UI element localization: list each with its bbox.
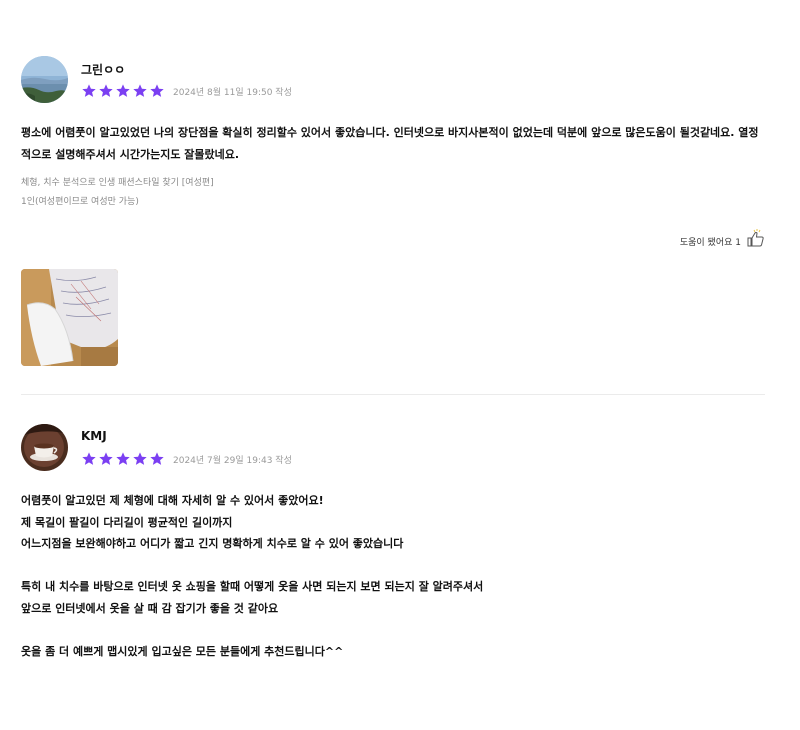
star-icon <box>81 83 97 99</box>
star-icon <box>98 451 114 467</box>
coffee-cup-avatar-icon <box>21 424 68 471</box>
review-header: KMJ 2024년 7월 29일 19:43 작성 <box>21 424 765 474</box>
review-date: 2024년 7월 29일 19:43 작성 <box>173 455 292 466</box>
option-variant: 1인(여성편이므로 여성만 가능) <box>21 197 139 207</box>
star-icon <box>81 451 97 467</box>
review-item: 그린ㅇㅇ 2024년 8월 11일 19:50 작성 평소에 어렴풋이 알고있었… <box>21 56 765 366</box>
rating-row: 2024년 7월 29일 19:43 작성 <box>81 451 292 467</box>
review-author: KMJ <box>81 429 107 443</box>
purchased-option: 체형, 치수 분석으로 인생 패션스타일 찾기 [여성편] 1인(여성편이므로 … <box>21 174 765 212</box>
photo-thumbnail-icon <box>21 269 118 366</box>
option-product: 체형, 치수 분석으로 인생 패션스타일 찾기 [여성편] <box>21 178 214 188</box>
avatar <box>21 56 68 103</box>
star-icon <box>132 451 148 467</box>
review-date: 2024년 8월 11일 19:50 작성 <box>173 87 292 98</box>
star-icon <box>149 83 165 99</box>
star-icon <box>115 451 131 467</box>
review-photo[interactable] <box>21 269 118 366</box>
review-body: 어렴풋이 알고있던 제 체형에 대해 자세히 알 수 있어서 좋았어요! 제 목… <box>21 494 484 658</box>
star-icon <box>98 83 114 99</box>
helpful-label: 도움이 됐어요 1 <box>679 238 741 248</box>
thumbs-up-icon <box>747 228 765 248</box>
star-icon <box>149 451 165 467</box>
helpful-button[interactable]: 도움이 됐어요 1 <box>680 228 765 248</box>
star-icon <box>115 83 131 99</box>
review-divider <box>21 394 765 395</box>
rating-row: 2024년 8월 11일 19:50 작성 <box>81 83 292 99</box>
review-body: 평소에 어렴풋이 알고있었던 나의 장단점을 확실히 정리할수 있어서 좋았습니… <box>21 126 759 161</box>
star-icon <box>132 83 148 99</box>
star-rating <box>81 83 165 99</box>
review-item: KMJ 2024년 7월 29일 19:43 작성 어렴풋이 알고있던 제 체형… <box>21 424 765 662</box>
star-rating <box>81 451 165 467</box>
avatar <box>21 424 68 471</box>
landscape-avatar-icon <box>21 56 68 103</box>
review-header: 그린ㅇㅇ 2024년 8월 11일 19:50 작성 <box>21 56 765 106</box>
review-author: 그린ㅇㅇ <box>81 63 126 77</box>
